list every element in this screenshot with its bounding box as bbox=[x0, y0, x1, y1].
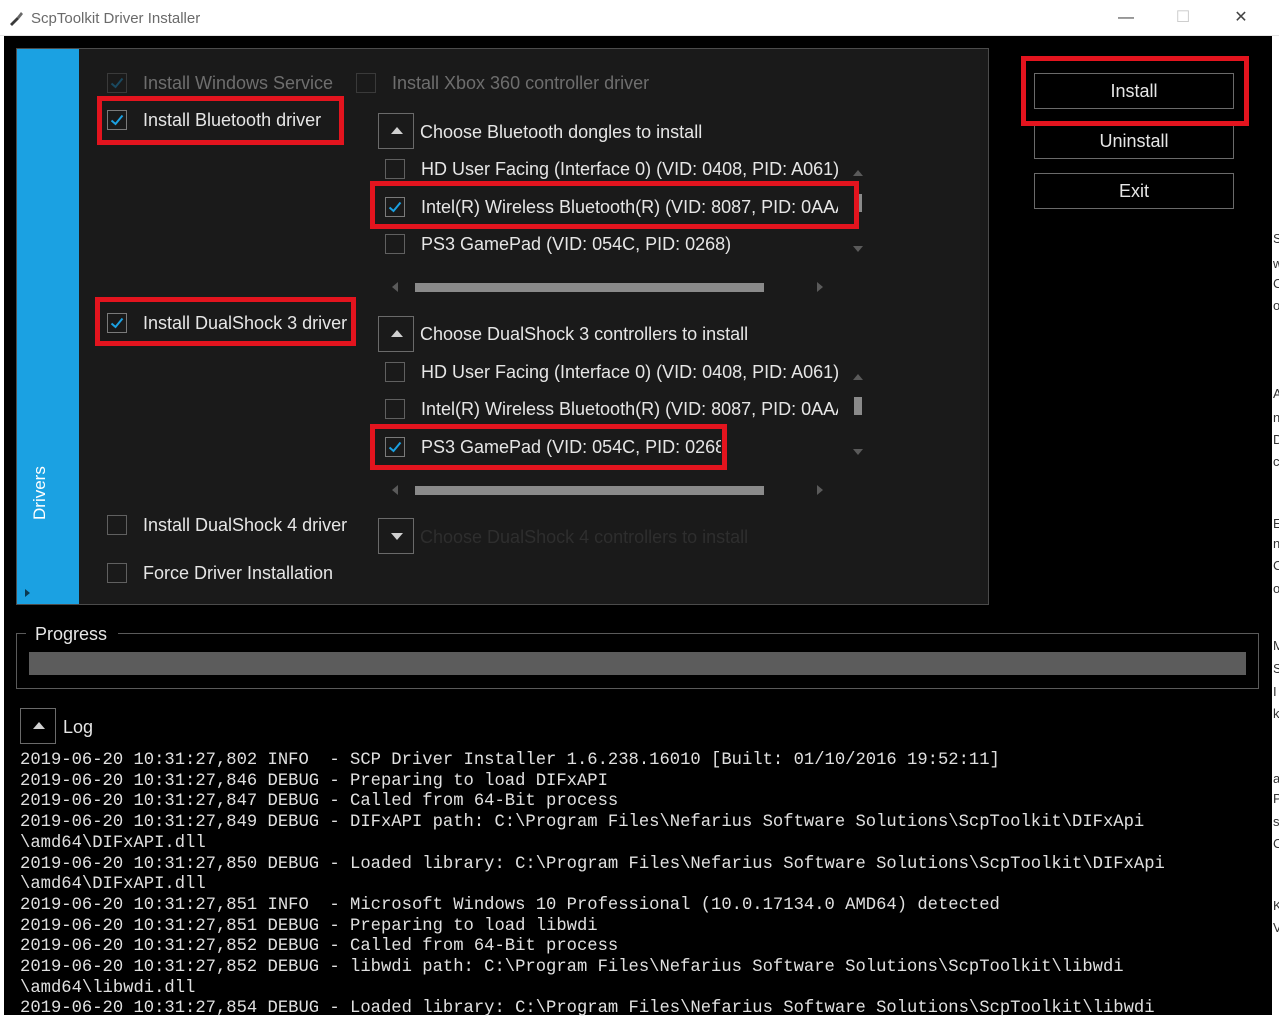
background-text-fragment: k bbox=[1273, 706, 1279, 721]
chevron-up-icon bbox=[391, 127, 403, 134]
ds3-item-0-checkbox[interactable] bbox=[385, 362, 405, 382]
ds3-vertical-scroll-thumb[interactable] bbox=[854, 397, 862, 415]
background-text-fragment: K bbox=[1273, 898, 1279, 913]
background-text-fragment: A bbox=[1273, 386, 1279, 401]
ds3-item-0-label: HD User Facing (Interface 0) (VID: 0408,… bbox=[421, 362, 838, 382]
log-title: Log bbox=[63, 717, 94, 737]
progress-bar bbox=[29, 652, 1246, 675]
log-collapse-button[interactable] bbox=[20, 708, 56, 744]
maximize-button[interactable]: ☐ bbox=[1173, 8, 1193, 28]
bluetooth-list-header: Choose Bluetooth dongles to install bbox=[420, 122, 703, 142]
install-dualshock4-label: Install DualShock 4 driver bbox=[143, 515, 348, 535]
ds3-scroll-right-icon[interactable] bbox=[817, 485, 823, 495]
bluetooth-list-collapse-button[interactable] bbox=[378, 113, 414, 149]
ds3-scroll-left-icon[interactable] bbox=[392, 485, 398, 495]
exit-button[interactable]: Exit bbox=[1034, 173, 1234, 209]
background-text-fragment: n bbox=[1273, 536, 1279, 551]
highlight-bluetooth-driver bbox=[97, 96, 344, 145]
ds3-scroll-up-icon[interactable] bbox=[853, 374, 863, 380]
drivers-tab-bar[interactable] bbox=[17, 49, 79, 604]
bt-item-2-checkbox[interactable] bbox=[385, 234, 405, 254]
background-text-fragment: C bbox=[1273, 558, 1279, 573]
background-text-fragment: c bbox=[1273, 454, 1279, 469]
bt-horizontal-scroll-thumb[interactable] bbox=[415, 283, 764, 292]
background-text-fragment: a bbox=[1273, 771, 1279, 786]
background-text-fragment: M bbox=[1273, 638, 1279, 653]
background-text-fragment: n bbox=[1273, 410, 1279, 425]
ds3-scroll-down-icon[interactable] bbox=[853, 449, 863, 455]
bt-scroll-down-icon[interactable] bbox=[853, 246, 863, 252]
ds3-item-1-checkbox[interactable] bbox=[385, 399, 405, 419]
progress-group-border bbox=[16, 633, 26, 634]
background-text-fragment: s bbox=[1273, 814, 1279, 829]
ds3-item-1-label: Intel(R) Wireless Bluetooth(R) (VID: 808… bbox=[421, 399, 838, 419]
background-text-fragment: V bbox=[1273, 920, 1279, 935]
highlight-install-button bbox=[1021, 56, 1249, 126]
bt-item-2-label: PS3 GamePad (VID: 054C, PID: 0268) bbox=[421, 234, 732, 254]
chevron-down-icon bbox=[391, 533, 403, 540]
background-text-fragment: E bbox=[1273, 516, 1279, 531]
bt-item-0-label: HD User Facing (Interface 0) (VID: 0408,… bbox=[421, 159, 838, 179]
uninstall-button[interactable]: Uninstall bbox=[1034, 123, 1234, 159]
chevron-up-icon bbox=[33, 722, 45, 729]
background-text-fragment: S bbox=[1273, 661, 1279, 676]
force-install-label: Force Driver Installation bbox=[143, 563, 334, 583]
bt-scroll-up-icon[interactable] bbox=[853, 170, 863, 176]
app-icon bbox=[10, 12, 23, 26]
background-text-fragment: C bbox=[1273, 276, 1279, 291]
highlight-ps3-gamepad bbox=[370, 424, 727, 470]
progress-title: Progress bbox=[35, 624, 112, 645]
bt-scroll-left-icon[interactable] bbox=[392, 282, 398, 292]
background-text-fragment: S bbox=[1273, 231, 1279, 246]
close-button[interactable]: ✕ bbox=[1231, 8, 1251, 28]
chevron-up-icon bbox=[391, 330, 403, 337]
background-text-fragment: o bbox=[1273, 581, 1279, 596]
background-text-fragment: P bbox=[1273, 791, 1279, 806]
install-xbox360-label: Install Xbox 360 controller driver bbox=[392, 73, 650, 93]
bt-scroll-right-icon[interactable] bbox=[817, 282, 823, 292]
window-title: ScpToolkit Driver Installer bbox=[31, 10, 201, 27]
background-text-fragment: C bbox=[1273, 836, 1279, 851]
progress-group-border bbox=[118, 633, 1259, 634]
log-output[interactable]: 2019-06-20 10:31:27,802 INFO - SCP Drive… bbox=[20, 751, 1265, 1020]
drivers-tab-label: Drivers bbox=[30, 466, 49, 520]
minimize-button[interactable]: — bbox=[1116, 8, 1136, 28]
bt-item-0-checkbox[interactable] bbox=[385, 159, 405, 179]
install-xbox360-checkbox[interactable] bbox=[356, 73, 376, 93]
force-install-checkbox[interactable] bbox=[107, 563, 127, 583]
install-dualshock4-checkbox[interactable] bbox=[107, 515, 127, 535]
background-window-edge: SwCoAnDcEnCoMSIkaPsCKV bbox=[1272, 36, 1279, 1015]
ds4-list-header: Choose DualShock 4 controllers to instal… bbox=[420, 527, 749, 547]
background-text-fragment: I bbox=[1273, 684, 1277, 699]
ds3-list-collapse-button[interactable] bbox=[378, 316, 414, 352]
background-text-fragment: D bbox=[1273, 432, 1279, 447]
highlight-intel-bluetooth bbox=[370, 181, 859, 229]
ds4-list-expand-button[interactable] bbox=[378, 518, 414, 554]
install-windows-service-label: Install Windows Service bbox=[143, 73, 334, 93]
highlight-dualshock3-driver bbox=[95, 297, 356, 346]
background-text-fragment: w bbox=[1273, 256, 1279, 271]
ds3-list-header: Choose DualShock 3 controllers to instal… bbox=[420, 324, 749, 344]
background-text-fragment: o bbox=[1273, 298, 1279, 313]
ds3-horizontal-scroll-thumb[interactable] bbox=[415, 486, 764, 495]
install-windows-service-checkbox[interactable] bbox=[107, 73, 127, 93]
tab-arrow-icon bbox=[25, 589, 30, 597]
